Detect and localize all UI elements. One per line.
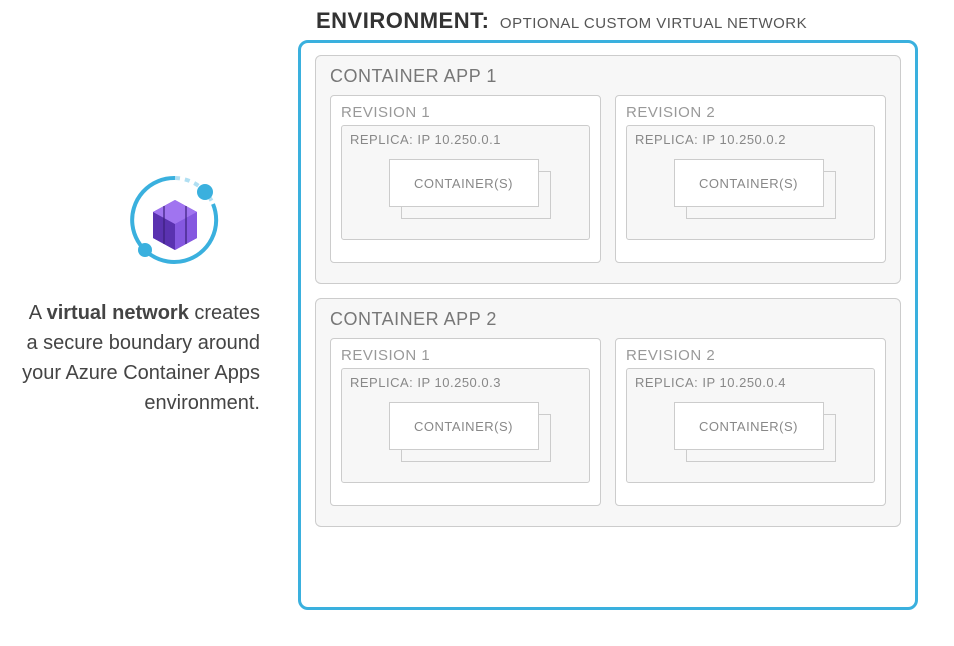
container-card-front: CONTAINER(S) (389, 402, 539, 450)
replica-box: REPLICA: IP 10.250.0.2 CONTAINER(S) (626, 125, 875, 240)
replica-title: REPLICA: IP 10.250.0.3 (350, 375, 581, 390)
environment-header: ENVIRONMENT: OPTIONAL CUSTOM VIRTUAL NET… (316, 8, 807, 34)
container-stack: CONTAINER(S) (666, 157, 836, 219)
caption: A virtual network creates a secure bound… (20, 298, 260, 418)
container-stack: CONTAINER(S) (666, 400, 836, 462)
revision-title: REVISION 2 (626, 104, 875, 121)
environment-subtitle: OPTIONAL CUSTOM VIRTUAL NETWORK (500, 15, 807, 32)
container-app-1: CONTAINER APP 1 REVISION 1 REPLICA: IP 1… (315, 55, 901, 284)
container-card-front: CONTAINER(S) (389, 159, 539, 207)
revision-box: REVISION 1 REPLICA: IP 10.250.0.1 CONTAI… (330, 95, 601, 263)
replica-box: REPLICA: IP 10.250.0.1 CONTAINER(S) (341, 125, 590, 240)
revision-box: REVISION 2 REPLICA: IP 10.250.0.4 CONTAI… (615, 338, 886, 506)
container-app-title: CONTAINER APP 2 (330, 309, 886, 330)
environment-label: ENVIRONMENT: (316, 8, 489, 33)
revision-box: REVISION 1 REPLICA: IP 10.250.0.3 CONTAI… (330, 338, 601, 506)
revision-title: REVISION 1 (341, 104, 590, 121)
container-app-title: CONTAINER APP 1 (330, 66, 886, 87)
caption-prefix: A (29, 302, 47, 324)
environment-box: CONTAINER APP 1 REVISION 1 REPLICA: IP 1… (298, 40, 918, 610)
container-card-front: CONTAINER(S) (674, 402, 824, 450)
container-app-2: CONTAINER APP 2 REVISION 1 REPLICA: IP 1… (315, 298, 901, 527)
left-panel: A virtual network creates a secure bound… (20, 170, 260, 418)
virtual-network-icon (125, 170, 225, 270)
container-stack: CONTAINER(S) (381, 157, 551, 219)
replica-title: REPLICA: IP 10.250.0.1 (350, 132, 581, 147)
revisions-row: REVISION 1 REPLICA: IP 10.250.0.3 CONTAI… (330, 338, 886, 506)
replica-title: REPLICA: IP 10.250.0.4 (635, 375, 866, 390)
replica-box: REPLICA: IP 10.250.0.3 CONTAINER(S) (341, 368, 590, 483)
revision-title: REVISION 1 (341, 347, 590, 364)
replica-box: REPLICA: IP 10.250.0.4 CONTAINER(S) (626, 368, 875, 483)
caption-strong: virtual network (47, 302, 189, 324)
revisions-row: REVISION 1 REPLICA: IP 10.250.0.1 CONTAI… (330, 95, 886, 263)
revision-title: REVISION 2 (626, 347, 875, 364)
container-card-front: CONTAINER(S) (674, 159, 824, 207)
revision-box: REVISION 2 REPLICA: IP 10.250.0.2 CONTAI… (615, 95, 886, 263)
replica-title: REPLICA: IP 10.250.0.2 (635, 132, 866, 147)
container-stack: CONTAINER(S) (381, 400, 551, 462)
